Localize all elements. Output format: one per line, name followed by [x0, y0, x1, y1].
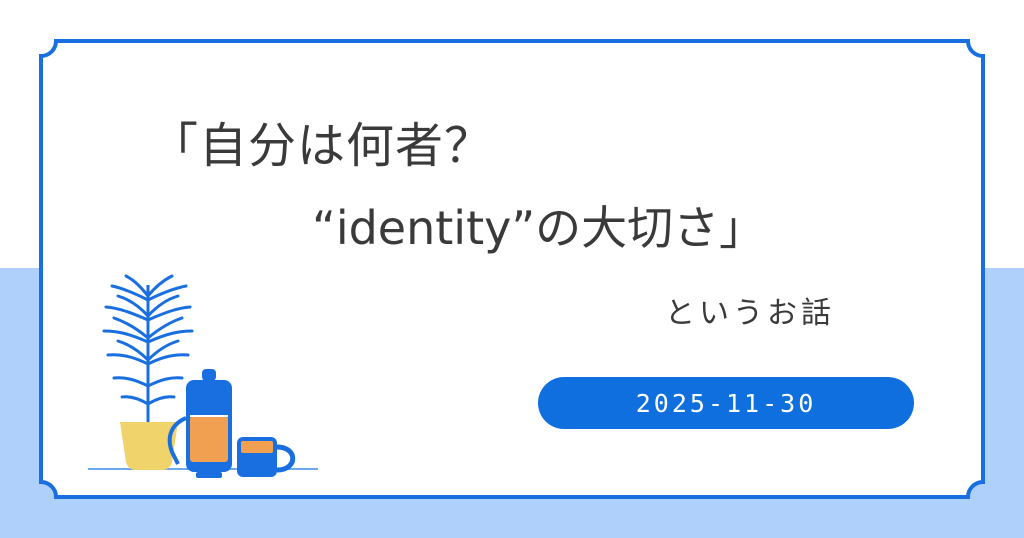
date-text: 2025-11-30	[635, 388, 817, 418]
title-line-3: というお話	[665, 296, 835, 331]
title-line-2: “identity”の大切さ」	[312, 201, 766, 255]
date-badge: 2025-11-30	[538, 377, 914, 429]
illustration	[88, 274, 318, 478]
plant-icon	[102, 274, 194, 425]
coffee-mug-icon	[237, 437, 296, 477]
coffee-press-icon	[167, 369, 232, 478]
title-line-1: 「自分は何者？	[150, 118, 494, 174]
